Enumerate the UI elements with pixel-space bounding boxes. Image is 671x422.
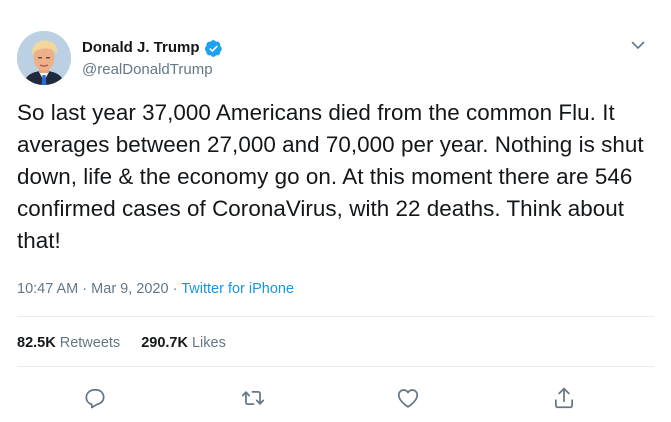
divider — [17, 366, 654, 367]
display-name[interactable]: Donald J. Trump — [82, 38, 200, 58]
tweet-card: Donald J. Trump @realDonaldTrump So last… — [0, 0, 671, 422]
author-block: Donald J. Trump @realDonaldTrump — [82, 38, 223, 80]
tweet-stats: 82.5K Retweets 290.7K Likes — [17, 333, 226, 353]
more-options-button[interactable] — [629, 36, 647, 54]
like-button[interactable] — [395, 385, 421, 411]
reply-icon — [85, 389, 105, 409]
retweets-stat[interactable]: 82.5K Retweets — [17, 333, 120, 353]
chevron-down-icon — [631, 41, 645, 49]
tweet-meta: 10:47 AM · Mar 9, 2020 · Twitter for iPh… — [17, 279, 294, 299]
like-icon — [397, 389, 419, 408]
tweet-date[interactable]: Mar 9, 2020 — [91, 281, 168, 297]
tweet-text: So last year 37,000 Americans died from … — [17, 100, 644, 253]
avatar-image — [17, 31, 71, 85]
meta-separator: · — [82, 281, 88, 297]
verified-badge-icon — [204, 39, 223, 58]
share-button[interactable] — [551, 385, 577, 411]
likes-stat[interactable]: 290.7K Likes — [141, 333, 226, 353]
retweet-button[interactable] — [240, 385, 266, 411]
display-name-row: Donald J. Trump — [82, 38, 223, 58]
divider — [17, 316, 654, 317]
action-bar — [0, 381, 671, 415]
meta-separator: · — [172, 281, 178, 297]
share-icon — [555, 387, 573, 409]
tweet-time[interactable]: 10:47 AM — [17, 281, 78, 297]
reply-button[interactable] — [82, 385, 108, 411]
avatar[interactable] — [17, 31, 71, 85]
user-handle[interactable]: @realDonaldTrump — [82, 60, 223, 80]
likes-count: 290.7K — [141, 335, 188, 351]
tweet-source-link[interactable]: Twitter for iPhone — [181, 281, 294, 297]
retweets-label: Retweets — [59, 335, 121, 351]
retweet-icon — [241, 390, 265, 406]
likes-label: Likes — [191, 335, 226, 351]
retweets-count: 82.5K — [17, 335, 56, 351]
